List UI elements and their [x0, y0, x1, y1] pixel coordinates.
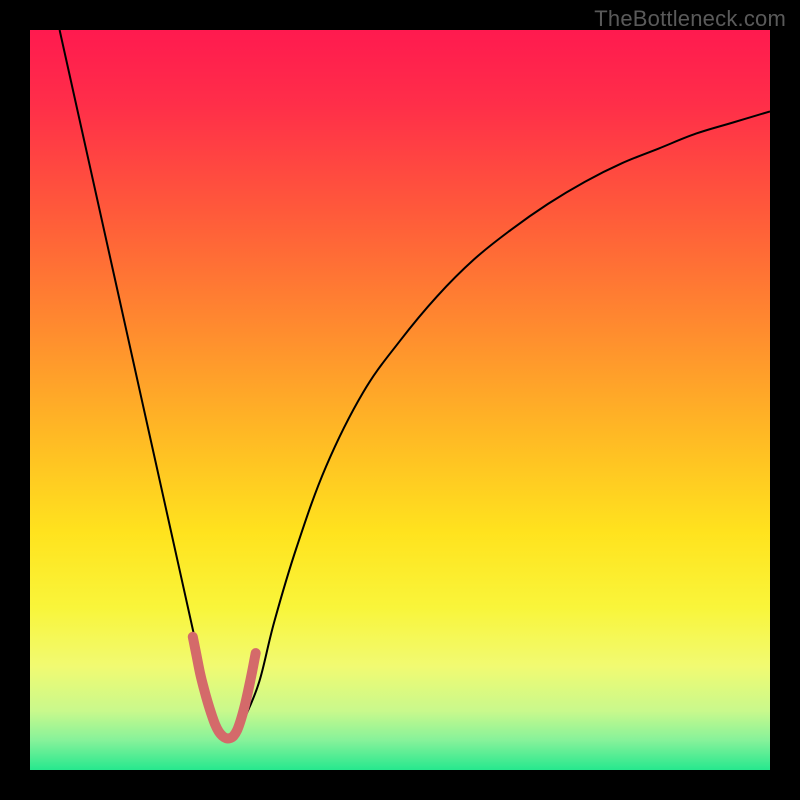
bottleneck-curve: [60, 30, 770, 737]
curve-overlay: [30, 30, 770, 770]
plot-area: [30, 30, 770, 770]
chart-frame: TheBottleneck.com: [0, 0, 800, 800]
trough-highlight: [193, 637, 256, 739]
watermark: TheBottleneck.com: [594, 6, 786, 32]
